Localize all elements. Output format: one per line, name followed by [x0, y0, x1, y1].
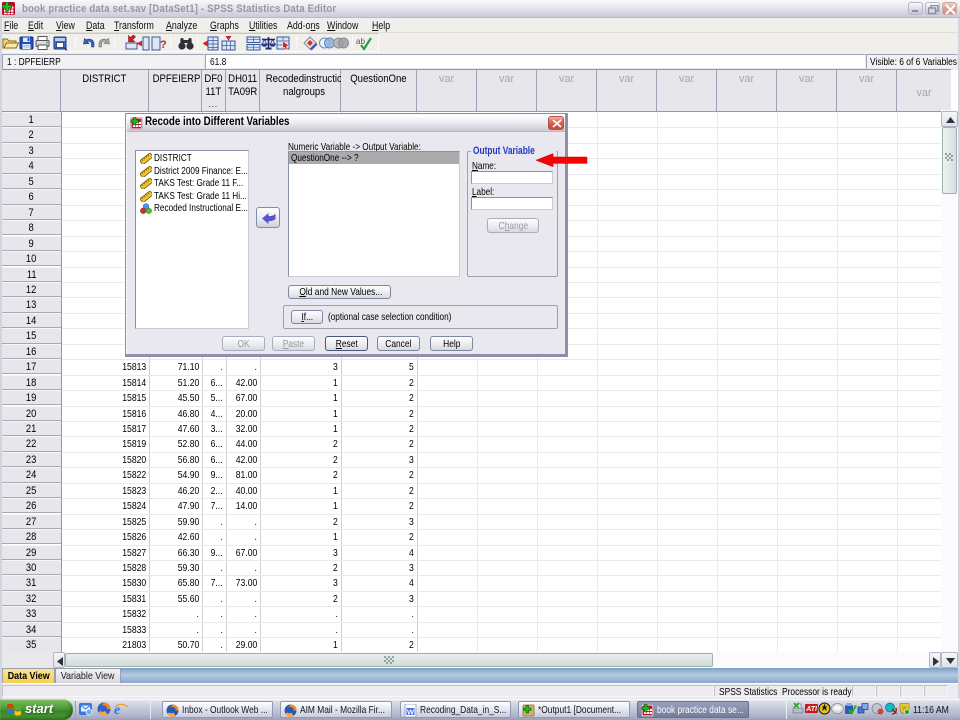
svg-text:ab: ab — [356, 37, 365, 46]
svg-text:?: ? — [160, 39, 167, 51]
svg-text:W: W — [407, 708, 415, 717]
svg-text:ATI: ATI — [805, 706, 818, 713]
